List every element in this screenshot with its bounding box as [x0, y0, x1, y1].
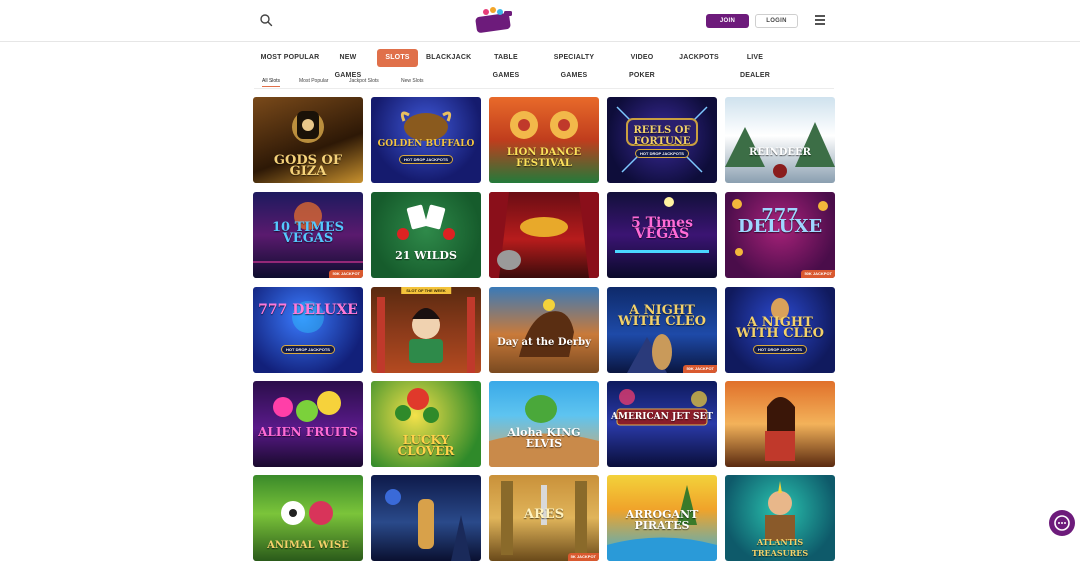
category-jackpots[interactable]: JACKPOTS	[679, 49, 719, 67]
category-most-popular[interactable]: MOST POPULAR	[260, 49, 320, 67]
divider	[254, 88, 834, 89]
game-tile[interactable]: 777 DELUXE HOT DROP JACKPOTS	[253, 287, 363, 373]
game-tile[interactable]: Aloha KING ELVIS	[489, 381, 599, 467]
join-button[interactable]: JOIN	[706, 14, 749, 28]
game-title: LION DANCE FESTIVAL	[506, 147, 582, 169]
hot-drop-jackpots-badge: HOT DROP JACKPOTS	[399, 155, 453, 164]
game-tile[interactable]: REINDEER	[725, 97, 835, 183]
game-tile[interactable]: 5 Times VEGAS	[607, 192, 717, 278]
game-tile[interactable]: ARROGANT PIRATES	[607, 475, 717, 561]
jackpot-badge: 50K JACKPOT	[329, 270, 363, 278]
game-title: 777 DELUXE	[737, 205, 823, 237]
game-title: REELS OF FORTUNE	[633, 125, 691, 147]
game-tile[interactable]: A NIGHT WITH CLEO HOT DROP JACKPOTS	[725, 287, 835, 373]
game-tile[interactable]	[371, 475, 481, 561]
hot-drop-jackpots-badge: HOT DROP JACKPOTS	[635, 149, 689, 158]
game-tile[interactable]: REELS OF FORTUNE HOT DROP JACKPOTS	[607, 97, 717, 183]
game-tile[interactable]: ARES 5K JACKPOT	[489, 475, 599, 561]
game-tile[interactable]: Day at the Derby	[489, 287, 599, 373]
game-title: ATLANTIS TREASURES	[751, 537, 809, 558]
game-title: Day at the Derby	[497, 337, 591, 348]
game-title: GOLDEN BUFFALO	[377, 139, 475, 149]
category-specialty-games[interactable]: SPECIALTY GAMES	[543, 49, 605, 79]
game-tile[interactable]: AMERICAN JET SET	[607, 381, 717, 467]
casino-logo[interactable]	[474, 5, 514, 35]
game-tile[interactable]	[489, 192, 599, 278]
game-title: 777 DELUXE	[258, 302, 358, 318]
jackpot-badge: 50K JACKPOT	[683, 365, 717, 373]
subtab-most-popular[interactable]: Most Popular	[299, 77, 328, 87]
subtab-jackpot-slots[interactable]: Jackpot Slots	[349, 77, 379, 87]
game-tile[interactable]: GOLDEN BUFFALO HOT DROP JACKPOTS	[371, 97, 481, 183]
game-tile[interactable]: 10 TIMES VEGAS 50K JACKPOT	[253, 192, 363, 278]
game-tile[interactable]: SLOT OF THE WEEK	[371, 287, 481, 373]
jackpot-badge: 50K JACKPOT	[801, 270, 835, 278]
hot-drop-jackpots-badge: HOT DROP JACKPOTS	[281, 345, 335, 354]
site-header: JOIN LOGIN	[0, 0, 1080, 42]
game-title: REINDEER	[749, 147, 811, 158]
category-new-games[interactable]: NEW GAMES	[328, 49, 368, 79]
category-video-poker[interactable]: VIDEO POKER	[618, 49, 666, 79]
search-icon[interactable]	[259, 13, 273, 27]
game-tile[interactable]: GODS OF GIZA	[253, 97, 363, 183]
game-title: A NIGHT WITH CLEO	[736, 315, 824, 341]
subtab-all-slots[interactable]: All Slots	[262, 77, 281, 87]
game-title: LUCKY CLOVER	[397, 433, 455, 458]
game-tile[interactable]: LUCKY CLOVER	[371, 381, 481, 467]
category-table-games[interactable]: TABLE GAMES	[482, 49, 530, 79]
subtab-new-slots[interactable]: New Slots	[401, 77, 424, 87]
category-slots[interactable]: SLOTS	[377, 49, 418, 67]
game-title: 5 Times VEGAS	[631, 215, 693, 242]
game-tile[interactable]: ALIEN FRUITS	[253, 381, 363, 467]
game-title: ALIEN FRUITS	[258, 425, 358, 439]
category-live-dealer[interactable]: LIVE DEALER	[732, 49, 778, 79]
game-title: ARES	[523, 507, 565, 522]
hamburger-menu-icon[interactable]	[815, 15, 825, 25]
game-tile[interactable]: LION DANCE FESTIVAL	[489, 97, 599, 183]
game-tile[interactable]: 21 WILDS	[371, 192, 481, 278]
category-blackjack[interactable]: BLACKJACK	[426, 49, 471, 67]
game-title: GODS OF GIZA	[273, 153, 343, 179]
jackpot-badge: 5K JACKPOT	[567, 553, 599, 561]
game-title: AMERICAN JET SET	[611, 412, 714, 422]
slot-of-the-week-badge: SLOT OF THE WEEK	[401, 287, 451, 294]
game-tile[interactable]: ANIMAL WISE	[253, 475, 363, 561]
game-tile[interactable]: 777 DELUXE 50K JACKPOT	[725, 192, 835, 278]
game-title: 21 WILDS	[395, 249, 457, 262]
game-tile[interactable]	[725, 381, 835, 467]
chat-icon[interactable]	[1049, 510, 1075, 536]
login-button[interactable]: LOGIN	[755, 14, 798, 28]
category-nav: MOST POPULAR NEW GAMES SLOTS BLACKJACK T…	[254, 49, 834, 79]
hot-drop-jackpots-badge: HOT DROP JACKPOTS	[753, 345, 807, 354]
game-title: 10 TIMES VEGAS	[271, 220, 345, 246]
game-tile[interactable]: A NIGHT WITH CLEO 50K JACKPOT	[607, 287, 717, 373]
game-title: A NIGHT WITH CLEO	[618, 303, 706, 329]
game-title: ANIMAL WISE	[267, 540, 349, 551]
game-title: ARROGANT PIRATES	[625, 508, 699, 532]
game-title: Aloha KING ELVIS	[507, 426, 581, 450]
game-tile[interactable]: ATLANTIS TREASURES	[725, 475, 835, 561]
